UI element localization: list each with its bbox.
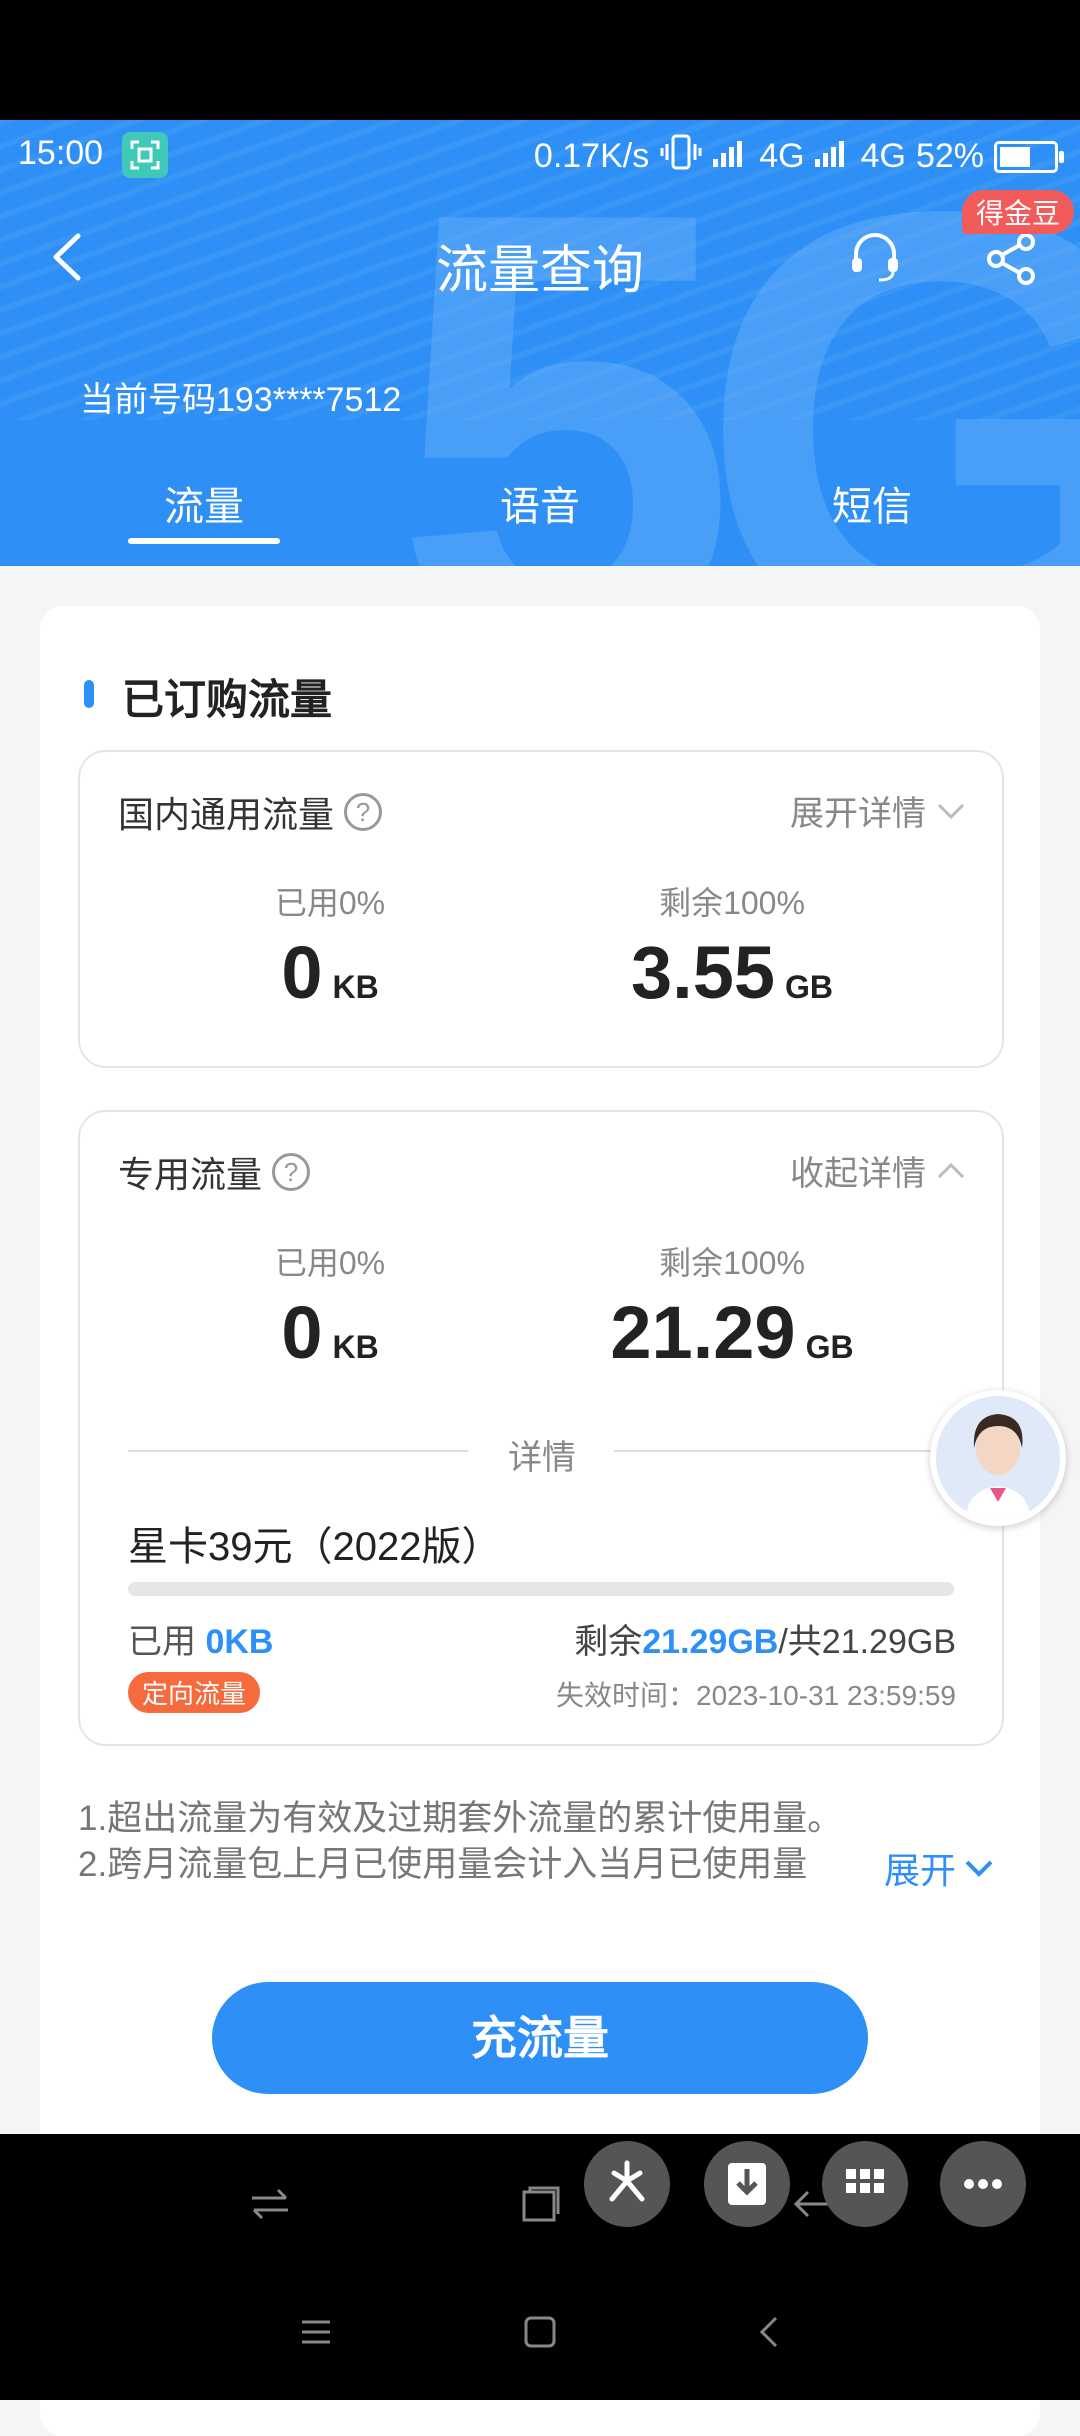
network-type-2: 4G (860, 137, 906, 175)
network-type-1: 4G (759, 137, 805, 175)
gold-bean-badge[interactable]: 得金豆 (962, 190, 1075, 234)
signal-icon-2 (814, 137, 851, 176)
share-button[interactable] (984, 232, 1038, 286)
menu-icon[interactable] (296, 2312, 336, 2352)
remain-value: 3.55 (630, 931, 776, 1014)
status-bar: 15:00 0.17K/s 4G 4G 52% (0, 120, 1080, 190)
dedicated-collapse-toggle[interactable]: 收起详情 (790, 1146, 966, 1195)
used-label: 已用0% (274, 885, 386, 921)
scan-icon (122, 132, 168, 178)
home-icon[interactable] (520, 2312, 560, 2352)
more-button[interactable] (940, 2141, 1026, 2227)
current-number: 当前号码193****7512 (80, 381, 402, 419)
used-value: 0 (281, 1291, 323, 1374)
detail-divider-right (614, 1450, 954, 1452)
domestic-expand-toggle[interactable]: 展开详情 (790, 786, 966, 835)
dedicated-toggle-label: 收起详情 (790, 1155, 926, 1193)
usage-progress-bar (128, 1582, 954, 1596)
used-label: 已用0% (274, 1245, 386, 1281)
domestic-title: 国内通用流量 (118, 794, 335, 835)
dedicated-data-box: 专用流量 ? 收起详情 已用0% 0 KB 剩余100% 21.29 GB 详情 星… (78, 1110, 1004, 1746)
plan-name: 星卡39元（2022版） (128, 1525, 502, 1569)
plan-used-amount: 0KB (205, 1623, 274, 1661)
remain-value: 21.29 (610, 1291, 796, 1374)
dedicated-title: 专用流量 (118, 1154, 263, 1195)
help-icon[interactable]: ? (344, 793, 383, 831)
active-tab-indicator (128, 538, 280, 544)
directed-data-tag: 定向流量 (128, 1672, 261, 1713)
dedicated-title-row: 专用流量 ? (118, 1146, 311, 1198)
help-icon[interactable]: ? (272, 1153, 311, 1191)
apps-grid-button[interactable] (822, 2141, 908, 2227)
notes-expand-label: 展开 (884, 1850, 957, 1891)
plan-used-text: 已用 0KB (128, 1614, 273, 1663)
chevron-up-icon (937, 1162, 965, 1178)
plan-used-prefix: 已用 (128, 1623, 206, 1661)
plan-total: /共21.29GB (778, 1623, 956, 1661)
chevron-down-icon (937, 803, 965, 819)
note-line-1: 1.超出流量为有效及过期套外流量的累计使用量。 (78, 1799, 843, 1838)
section-accent (84, 680, 94, 708)
chevron-down-icon (965, 1860, 993, 1877)
plan-remain-prefix: 剩余 (574, 1623, 643, 1661)
top-black-bar (0, 0, 1080, 120)
tab-voice[interactable]: 语音 (440, 474, 640, 532)
domestic-toggle-label: 展开详情 (790, 795, 926, 833)
detail-divider-left (128, 1450, 468, 1452)
remain-label: 剩余100% (659, 1245, 805, 1281)
vibrate-icon (659, 134, 703, 179)
customer-service-button[interactable] (848, 230, 902, 284)
recharge-data-button[interactable]: 充流量 (212, 1982, 868, 2094)
domestic-title-row: 国内通用流量 ? (118, 786, 383, 838)
page-title: 流量查询 (435, 242, 644, 300)
section-title: 已订购流量 (122, 676, 333, 723)
window-icon[interactable] (520, 2184, 560, 2224)
battery-percent: 52% (915, 137, 984, 175)
download-button[interactable] (704, 2141, 790, 2227)
network-speed: 0.17K/s (533, 137, 650, 175)
tab-data[interactable]: 流量 (104, 474, 304, 532)
domestic-used-col: 已用0% 0 KB (130, 878, 530, 1015)
expire-time: 失效时间：2023-10-31 23:59:59 (556, 1680, 956, 1711)
tab-bar: 流量 语音 短信 (0, 470, 1080, 550)
star-tool-button[interactable] (584, 2141, 670, 2227)
plan-remain-amount: 21.29GB (642, 1623, 779, 1661)
used-value: 0 (281, 931, 323, 1014)
status-right: 0.17K/s 4G 4G 52% (533, 134, 1064, 179)
back-icon[interactable] (750, 2312, 790, 2352)
notes-expand-button[interactable]: 展开 (880, 1842, 995, 1894)
used-unit: KB (332, 1329, 379, 1365)
status-time: 15:00 (18, 134, 104, 172)
battery-icon (994, 140, 1064, 173)
tab-sms[interactable]: 短信 (772, 474, 972, 532)
detail-label: 详情 (508, 1439, 576, 1477)
dedicated-remain-col: 剩余100% 21.29 GB (532, 1238, 932, 1375)
dedicated-used-col: 已用0% 0 KB (130, 1238, 530, 1375)
remain-unit: GB (805, 1329, 854, 1365)
signal-icon (713, 137, 749, 176)
domestic-remain-col: 剩余100% 3.55 GB (532, 878, 932, 1015)
remain-unit: GB (785, 969, 834, 1005)
switch-icon[interactable] (248, 2184, 288, 2224)
domestic-data-box: 国内通用流量 ? 展开详情 已用0% 0 KB 剩余100% 3.55 GB (78, 750, 1004, 1068)
notes: 1.超出流量为有效及过期套外流量的累计使用量。 2.跨月流量包上月已使用量会计入… (78, 1796, 1008, 1888)
plan-remain-text: 剩余21.29GB/共21.29GB (574, 1614, 956, 1663)
used-unit: KB (332, 969, 379, 1005)
note-line-2: 2.跨月流量包上月已使用量会计入当月已使用量 (78, 1845, 808, 1884)
assistant-avatar[interactable] (930, 1390, 1066, 1526)
system-nav-area (0, 2134, 1080, 2400)
remain-label: 剩余100% (659, 885, 805, 921)
